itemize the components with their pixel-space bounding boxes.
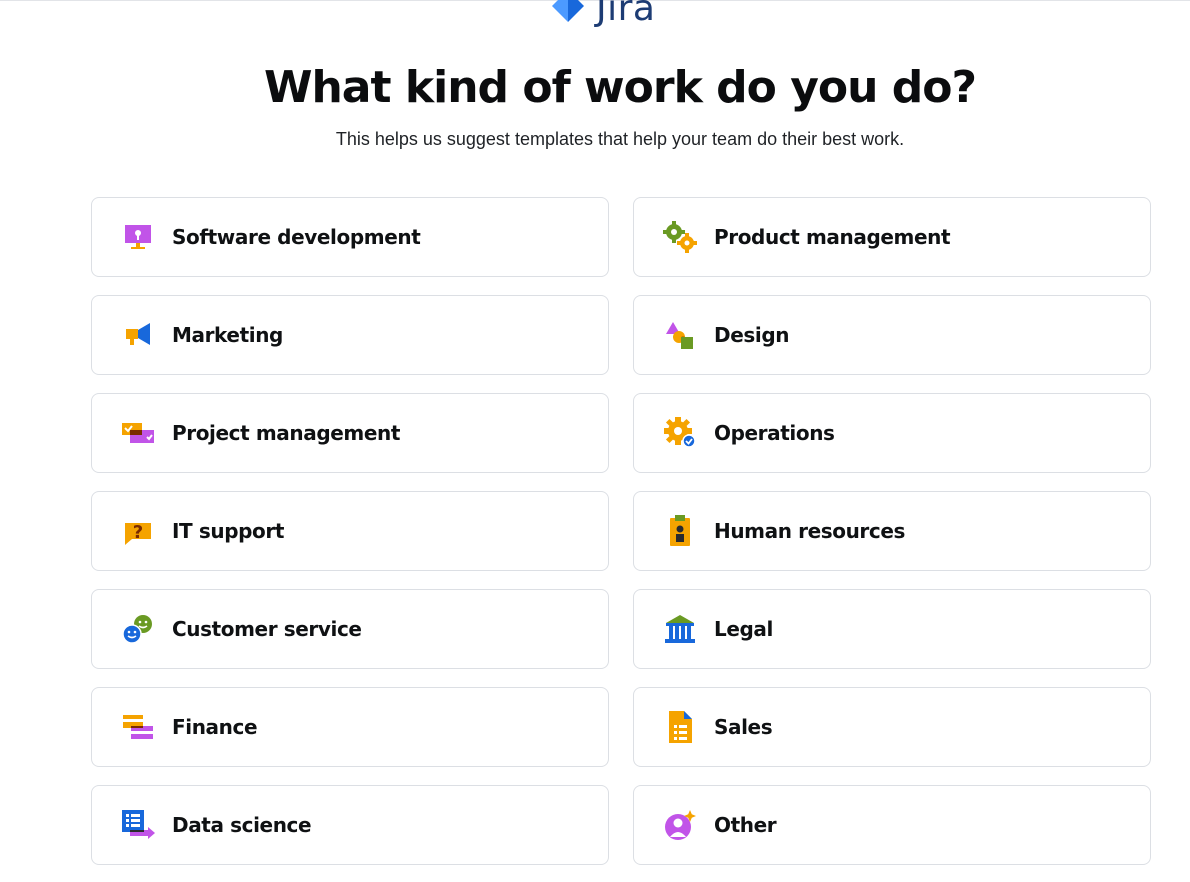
option-customer-service[interactable]: Customer service: [91, 589, 609, 669]
option-label: Software development: [172, 225, 421, 249]
task-cards-icon: [120, 415, 156, 451]
option-label: Operations: [714, 421, 835, 445]
option-it-support[interactable]: ? IT support: [91, 491, 609, 571]
question-bubble-icon: ?: [120, 513, 156, 549]
document-icon: [662, 709, 698, 745]
jira-logo-icon: [548, 0, 588, 31]
option-project-management[interactable]: Project management: [91, 393, 609, 473]
option-operations[interactable]: Operations: [633, 393, 1151, 473]
option-label: Marketing: [172, 323, 283, 347]
option-label: Project management: [172, 421, 401, 445]
option-design[interactable]: Design: [633, 295, 1151, 375]
option-legal[interactable]: Legal: [633, 589, 1151, 669]
option-label: Data science: [172, 813, 312, 837]
option-label: IT support: [172, 519, 284, 543]
gear-check-icon: [662, 415, 698, 451]
option-data-science[interactable]: Data science: [91, 785, 609, 865]
person-sparkle-icon: [662, 807, 698, 843]
svg-text:?: ?: [133, 522, 143, 543]
option-label: Product management: [714, 225, 951, 249]
option-label: Other: [714, 813, 777, 837]
option-label: Sales: [714, 715, 773, 739]
work-type-grid: Software development Product management …: [91, 197, 1151, 865]
credit-cards-icon: [120, 709, 156, 745]
smiley-faces-icon: [120, 611, 156, 647]
jira-logo: Jira: [548, 0, 655, 31]
option-software-development[interactable]: Software development: [91, 197, 609, 277]
megaphone-icon: [120, 317, 156, 353]
option-human-resources[interactable]: Human resources: [633, 491, 1151, 571]
logo-text: Jira: [596, 0, 656, 29]
option-product-management[interactable]: Product management: [633, 197, 1151, 277]
option-label: Design: [714, 323, 790, 347]
gears-icon: [662, 219, 698, 255]
option-sales[interactable]: Sales: [633, 687, 1151, 767]
option-label: Human resources: [714, 519, 906, 543]
id-badge-icon: [662, 513, 698, 549]
option-finance[interactable]: Finance: [91, 687, 609, 767]
option-label: Legal: [714, 617, 773, 641]
shapes-icon: [662, 317, 698, 353]
monitor-icon: [120, 219, 156, 255]
courthouse-icon: [662, 611, 698, 647]
page-title: What kind of work do you do?: [263, 62, 977, 113]
option-marketing[interactable]: Marketing: [91, 295, 609, 375]
option-label: Finance: [172, 715, 258, 739]
option-other[interactable]: Other: [633, 785, 1151, 865]
page-subtitle: This helps us suggest templates that hel…: [335, 129, 905, 149]
option-label: Customer service: [172, 617, 362, 641]
data-chart-icon: [120, 807, 156, 843]
